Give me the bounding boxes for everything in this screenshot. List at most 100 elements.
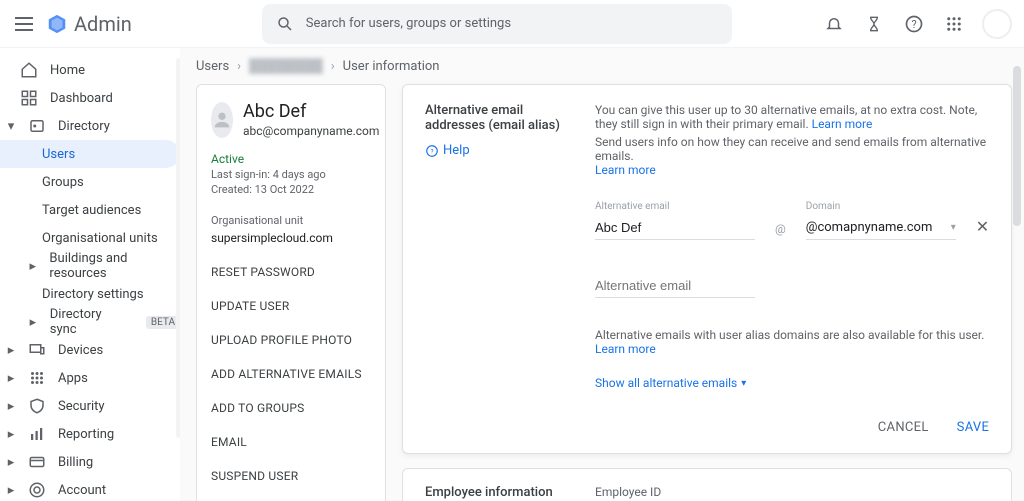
content-scrollbar[interactable]: [1012, 66, 1022, 386]
panel-title: Alternative email addresses (email alias…: [425, 103, 565, 133]
svg-text:?: ?: [430, 147, 433, 155]
sidebar-item-target-audiences[interactable]: Target audiences: [0, 196, 180, 224]
show-all-alt-emails[interactable]: Show all alternative emails ▾: [595, 376, 989, 390]
search-icon: [276, 15, 294, 33]
cancel-button[interactable]: CANCEL: [878, 420, 929, 435]
sidebar-label-account: Account: [58, 483, 106, 498]
sidebar-item-dashboard[interactable]: Dashboard: [0, 84, 180, 112]
breadcrumb: Users › ████████ › User information: [180, 48, 1024, 84]
brand-logo[interactable]: Admin: [46, 12, 132, 36]
domain-value: @comapnyname.com: [806, 220, 933, 235]
sidebar-label-users: Users: [42, 147, 75, 162]
caret-right-icon: ▸: [28, 315, 38, 330]
user-avatar: [211, 102, 233, 138]
sidebar-item-devices[interactable]: ▸ Devices: [0, 336, 180, 364]
show-all-label: Show all alternative emails: [595, 376, 737, 390]
add-to-groups-link[interactable]: ADD TO GROUPS: [211, 401, 371, 415]
breadcrumb-root[interactable]: Users: [196, 59, 229, 74]
sidebar-label-dirsettings: Directory settings: [42, 287, 144, 302]
sidebar-item-billing[interactable]: ▸ Billing: [0, 448, 180, 476]
caret-right-icon: ▸: [6, 371, 16, 386]
sidebar-item-apps[interactable]: ▸ Apps: [0, 364, 180, 392]
learn-more-link-2[interactable]: Learn more: [595, 163, 656, 177]
search-bar[interactable]: Search for users, groups or settings: [262, 4, 732, 44]
alt-email-input-empty[interactable]: [595, 274, 755, 298]
employee-info-section: Employee information Employee ID Add an …: [402, 468, 1012, 501]
caret-right-icon: ▸: [6, 455, 16, 470]
sidebar-label-directory: Directory: [58, 119, 110, 134]
sidebar-label-home: Home: [50, 63, 85, 78]
sidebar-item-groups[interactable]: Groups: [0, 168, 180, 196]
sidebar-item-org-units[interactable]: Organisational units: [0, 224, 180, 252]
hourglass-icon[interactable]: [862, 12, 886, 36]
bell-icon[interactable]: [822, 12, 846, 36]
svg-text:?: ?: [911, 18, 916, 31]
sidebar-item-directory[interactable]: ▾ Directory: [0, 112, 180, 140]
sidebar-item-home[interactable]: Home: [0, 56, 180, 84]
org-unit-label: Organisational unit: [211, 214, 371, 227]
learn-more-link-3[interactable]: Learn more: [595, 342, 656, 356]
sidebar-label-dashboard: Dashboard: [50, 91, 113, 106]
reset-password-link[interactable]: RESET PASSWORD: [211, 265, 371, 279]
panel-desc-2: Send users info on how they can receive …: [595, 135, 989, 163]
apps-grid-icon[interactable]: [942, 12, 966, 36]
chart-icon: [28, 425, 46, 443]
brand-title: Admin: [74, 12, 132, 36]
sidebar-label-apps: Apps: [58, 371, 88, 386]
sidebar-label-billing: Billing: [58, 455, 93, 470]
chevron-down-icon: ▾: [741, 378, 746, 389]
user-name: Abc Def: [243, 101, 379, 122]
help-label: Help: [443, 143, 470, 158]
learn-more-link-1[interactable]: Learn more: [812, 117, 873, 131]
help-circle-icon: ?: [425, 144, 439, 158]
menu-icon[interactable]: [12, 12, 36, 36]
panel-desc-1: You can give this user up to 30 alternat…: [595, 103, 989, 131]
caret-right-icon: ▸: [6, 343, 16, 358]
alt-email-label: Alternative email: [595, 201, 755, 212]
update-user-link[interactable]: UPDATE USER: [211, 299, 371, 313]
caret-right-icon: ▸: [6, 399, 16, 414]
email-link[interactable]: EMAIL: [211, 435, 371, 449]
sidebar-item-buildings[interactable]: ▸Buildings and resources: [0, 252, 180, 280]
home-icon: [20, 61, 38, 79]
profile-avatar[interactable]: [982, 9, 1012, 39]
sidebar: Home Dashboard ▾ Directory Users Groups …: [0, 48, 180, 501]
apps-icon: [28, 369, 46, 387]
sidebar-item-users[interactable]: Users: [0, 140, 180, 168]
sidebar-item-security[interactable]: ▸Security: [0, 392, 180, 420]
user-status: Active: [211, 152, 371, 166]
sidebar-label-groups: Groups: [42, 175, 84, 190]
alias-note: Alternative emails with user alias domai…: [595, 328, 989, 342]
suspend-user-link[interactable]: SUSPEND USER: [211, 469, 371, 483]
sidebar-item-account[interactable]: ▸Account: [0, 476, 180, 501]
sidebar-label-dirsync: Directory sync: [50, 307, 130, 337]
help-icon[interactable]: ?: [902, 12, 926, 36]
beta-badge: BETA: [146, 316, 180, 329]
upload-photo-link[interactable]: UPLOAD PROFILE PHOTO: [211, 333, 371, 347]
devices-icon: [28, 341, 46, 359]
shield-icon: [28, 397, 46, 415]
dropdown-caret-icon: ▾: [951, 222, 956, 233]
domain-select[interactable]: @comapnyname.com ▾: [806, 216, 956, 240]
employee-info-title: Employee information: [425, 485, 565, 501]
user-summary-card: Abc Def abc@companyname.com Active Last …: [196, 84, 386, 501]
caret-down-icon: ▾: [6, 119, 16, 134]
created-date: Created: 13 Oct 2022: [211, 183, 371, 196]
remove-row-icon[interactable]: ✕: [976, 217, 989, 240]
sidebar-item-dir-sync[interactable]: ▸ Directory sync BETA: [0, 308, 180, 336]
alt-email-input[interactable]: [595, 216, 755, 240]
add-alt-emails-link[interactable]: ADD ALTERNATIVE EMAILS: [211, 367, 371, 381]
sidebar-label-target: Target audiences: [42, 203, 141, 218]
account-icon: [28, 481, 46, 499]
caret-right-icon: ▸: [6, 427, 16, 442]
save-button[interactable]: SAVE: [957, 420, 990, 435]
sidebar-label-devices: Devices: [58, 343, 103, 358]
help-link[interactable]: ? Help: [425, 143, 565, 158]
sidebar-item-reporting[interactable]: ▸Reporting: [0, 420, 180, 448]
admin-logo-icon: [46, 13, 68, 35]
breadcrumb-mid-redacted[interactable]: ████████: [249, 58, 323, 74]
alt-email-panel: Alternative email addresses (email alias…: [402, 84, 1012, 454]
sidebar-item-dir-settings[interactable]: Directory settings: [0, 280, 180, 308]
caret-right-icon: ▸: [28, 259, 37, 274]
org-unit-value: supersimplecloud.com: [211, 231, 371, 245]
